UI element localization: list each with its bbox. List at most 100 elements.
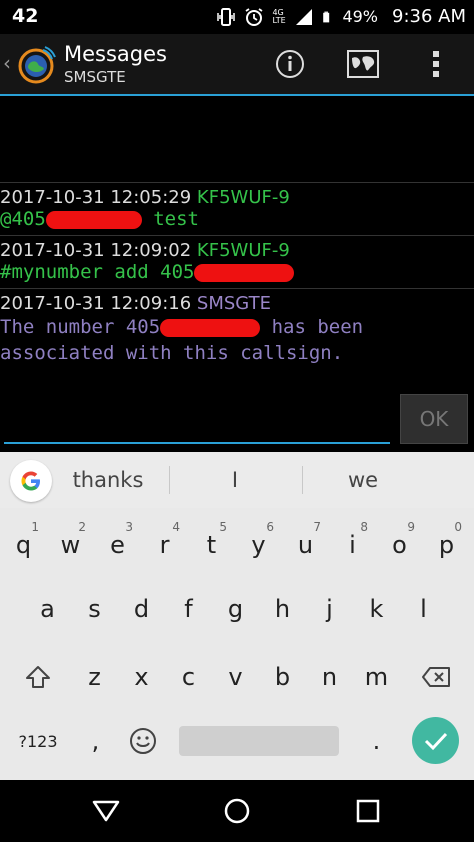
spacebar[interactable]: [179, 726, 339, 756]
key-d[interactable]: d: [118, 582, 165, 636]
emoji-key[interactable]: [119, 714, 166, 768]
map-button[interactable]: [345, 46, 381, 82]
nav-home-button[interactable]: [217, 794, 257, 828]
key-hint: 7: [313, 520, 321, 534]
info-button[interactable]: [272, 46, 308, 82]
key-x[interactable]: x: [118, 650, 165, 704]
key-b[interactable]: b: [259, 650, 306, 704]
message-text-end: test: [141, 208, 199, 230]
checkmark-icon: [424, 732, 447, 750]
status-bar: 42 4G LTE 49% 9:36 AM: [0, 0, 474, 34]
key-o[interactable]: o9: [376, 518, 423, 572]
key-v[interactable]: v: [212, 650, 259, 704]
key-label: o: [392, 531, 407, 559]
key-hint: 1: [31, 520, 39, 534]
suggestion-strip: thanks I we: [0, 452, 474, 509]
enter-button[interactable]: [412, 717, 459, 764]
ok-button[interactable]: OK: [400, 394, 468, 444]
overflow-menu-button[interactable]: [418, 46, 454, 82]
redaction-mark: [194, 263, 295, 282]
message-body: @405 test: [0, 208, 474, 230]
message-body: The number 405 has been associated with …: [0, 314, 474, 366]
key-g[interactable]: g: [212, 582, 259, 636]
google-button[interactable]: [10, 460, 52, 502]
key-a[interactable]: a: [24, 582, 71, 636]
key-z[interactable]: z: [71, 650, 118, 704]
key-h[interactable]: h: [259, 582, 306, 636]
key-j[interactable]: j: [306, 582, 353, 636]
symbols-key[interactable]: ?123: [8, 714, 68, 768]
up-chevron-icon[interactable]: ‹: [3, 51, 11, 75]
comma-key[interactable]: ,: [72, 714, 119, 768]
emoji-icon: [129, 728, 156, 754]
key-w[interactable]: w2: [47, 518, 94, 572]
shift-key[interactable]: [14, 650, 61, 704]
nav-back-button[interactable]: [86, 794, 126, 828]
key-u[interactable]: u7: [282, 518, 329, 572]
map-icon: [347, 50, 379, 78]
backspace-key[interactable]: [412, 650, 459, 704]
message-timestamp: 2017-10-31 12:05:29: [0, 187, 192, 208]
key-hint: 3: [125, 520, 133, 534]
suggestion-divider: [169, 466, 170, 494]
key-label: q: [15, 531, 32, 559]
back-icon: [92, 800, 120, 822]
key-hint: 2: [78, 520, 86, 534]
home-icon: [224, 798, 250, 824]
redaction-mark: [160, 318, 261, 337]
suggestion-item[interactable]: thanks: [60, 468, 156, 492]
overflow-menu-icon: [433, 51, 439, 77]
key-q[interactable]: q1: [0, 518, 47, 572]
clock: 9:36 AM: [392, 6, 466, 27]
key-r[interactable]: r4: [141, 518, 188, 572]
period-key[interactable]: .: [353, 714, 400, 768]
key-p[interactable]: p0: [423, 518, 470, 572]
message-timestamp: 2017-10-31 12:09:02: [0, 240, 192, 261]
key-label: p: [438, 531, 455, 559]
suggestion-divider: [302, 466, 303, 494]
key-n[interactable]: n: [306, 650, 353, 704]
page-title: Messages: [64, 42, 167, 66]
message-meta: 2017-10-31 12:05:29 KF5WUF-9: [0, 187, 474, 208]
key-label: w: [60, 531, 81, 559]
key-label: i: [349, 531, 356, 559]
message-sender: SMSGTE: [196, 293, 271, 314]
key-label: u: [297, 531, 314, 559]
message-body: #mynumber add 405: [0, 261, 474, 283]
keyboard: q1 w2 e3 r4 t5 y6 u7 i8 o9 p0 a s d f g …: [0, 508, 474, 780]
key-label: r: [159, 531, 170, 559]
key-m[interactable]: m: [353, 650, 400, 704]
nav-recents-button[interactable]: [348, 794, 388, 828]
key-t[interactable]: t5: [188, 518, 235, 572]
key-y[interactable]: y6: [235, 518, 282, 572]
message-text: #mynumber add 405: [0, 261, 195, 283]
app-logo-icon[interactable]: [16, 44, 56, 84]
signal-icon: [296, 8, 313, 25]
page-subtitle: SMSGTE: [64, 68, 126, 86]
key-i[interactable]: i8: [329, 518, 376, 572]
backspace-icon: [421, 667, 450, 687]
key-label: y: [251, 531, 266, 559]
recents-icon: [356, 799, 380, 823]
key-label: e: [110, 531, 125, 559]
key-c[interactable]: c: [165, 650, 212, 704]
suggestion-item[interactable]: we: [314, 468, 412, 492]
key-hint: 8: [360, 520, 368, 534]
google-g-icon: [21, 471, 40, 491]
message-item[interactable]: 2017-10-31 12:09:02 KF5WUF-9 #mynumber a…: [0, 236, 474, 289]
message-input[interactable]: [4, 402, 390, 444]
key-k[interactable]: k: [353, 582, 400, 636]
key-l[interactable]: l: [400, 582, 447, 636]
message-item[interactable]: 2017-10-31 12:05:29 KF5WUF-9 @405 test: [0, 183, 474, 236]
message-meta: 2017-10-31 12:09:02 KF5WUF-9: [0, 240, 474, 261]
vibrate-icon: [217, 7, 236, 26]
compose-bar: OK: [0, 388, 474, 450]
battery-percent: 49%: [342, 7, 378, 26]
key-s[interactable]: s: [71, 582, 118, 636]
key-f[interactable]: f: [165, 582, 212, 636]
network-label: 4G LTE: [272, 7, 286, 25]
key-e[interactable]: e3: [94, 518, 141, 572]
message-sender: KF5WUF-9: [196, 240, 290, 261]
message-item[interactable]: 2017-10-31 12:09:16 SMSGTE The number 40…: [0, 289, 474, 375]
suggestion-item[interactable]: I: [186, 468, 284, 492]
